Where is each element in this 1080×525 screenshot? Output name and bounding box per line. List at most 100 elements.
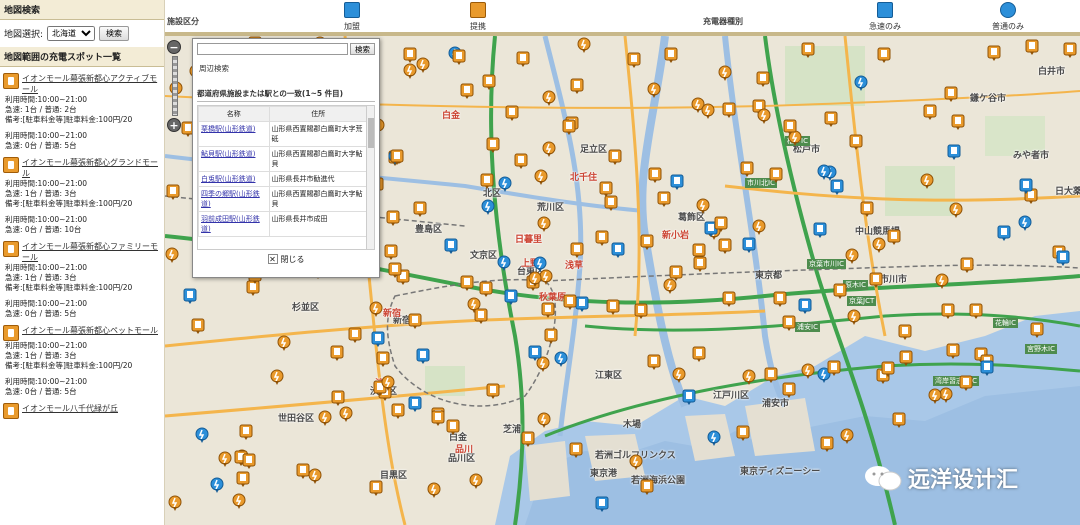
partner-station-marker[interactable] [692,346,706,363]
partner-station-marker[interactable] [647,354,661,371]
partner-station-marker[interactable] [296,463,310,480]
normal-charger-marker[interactable] [165,247,179,264]
partner-station-marker[interactable] [824,111,838,128]
member-station-marker[interactable] [1056,250,1070,267]
partner-station-marker[interactable] [718,238,732,255]
normal-charger-marker[interactable] [935,273,949,290]
partner-station-marker[interactable] [960,257,974,274]
partner-station-marker[interactable] [801,42,815,59]
partner-station-marker[interactable] [849,134,863,151]
partner-station-marker[interactable] [664,47,678,64]
normal-charger-marker[interactable] [534,169,548,186]
member-station-marker[interactable] [742,237,756,254]
spot-name-link[interactable]: イオンモール幕張新都心ペットモール [22,325,158,336]
member-station-marker[interactable] [1019,178,1033,195]
member-station-marker[interactable] [670,174,684,191]
member-station-marker[interactable] [528,345,542,362]
normal-charger-marker[interactable] [872,237,886,254]
member-station-marker[interactable] [980,360,994,377]
normal-charger-marker[interactable] [701,103,715,120]
partner-station-marker[interactable] [388,262,402,279]
normal-charger-marker[interactable] [168,495,182,512]
normal-charger-marker[interactable] [847,309,861,326]
partner-station-marker[interactable] [236,471,250,488]
member-station-marker[interactable] [682,389,696,406]
partner-station-marker[interactable] [634,303,648,320]
quick-charger-marker[interactable] [497,255,511,272]
partner-station-marker[interactable] [657,191,671,208]
result-name-link[interactable]: 白兎駅(山形鉄道) [198,171,270,187]
partner-station-marker[interactable] [899,350,913,367]
normal-charger-marker[interactable] [542,141,556,158]
partner-station-marker[interactable] [505,105,519,122]
normal-charger-marker[interactable] [742,369,756,386]
partner-station-marker[interactable] [480,173,494,190]
partner-station-marker[interactable] [833,283,847,300]
normal-charger-marker[interactable] [232,493,246,510]
member-station-marker[interactable] [504,289,518,306]
normal-charger-marker[interactable] [339,406,353,423]
quick-charger-marker[interactable] [854,75,868,92]
partner-station-marker[interactable] [544,328,558,345]
partner-station-marker[interactable] [570,242,584,259]
normal-charger-marker[interactable] [928,388,942,405]
normal-charger-marker[interactable] [672,367,686,384]
normal-charger-marker[interactable] [757,108,771,125]
member-station-marker[interactable] [575,296,589,313]
normal-charger-marker[interactable] [718,65,732,82]
partner-station-marker[interactable] [452,49,466,66]
partner-station-marker[interactable] [390,149,404,166]
partner-station-marker[interactable] [640,479,654,496]
partner-station-marker[interactable] [562,119,576,136]
filter-normal-only[interactable]: 普通のみ [978,2,1038,32]
region-select[interactable]: 北海道 [47,26,96,41]
partner-station-marker[interactable] [541,302,555,319]
popup-search-input[interactable] [197,43,348,55]
zoom-out-button[interactable]: − [167,40,181,54]
partner-station-marker[interactable] [239,424,253,441]
partner-station-marker[interactable] [722,102,736,119]
member-station-marker[interactable] [997,225,1011,242]
partner-station-marker[interactable] [827,360,841,377]
partner-station-marker[interactable] [782,382,796,399]
spot-name-link[interactable]: イオンモール八千代緑が丘 [22,403,118,414]
normal-charger-marker[interactable] [381,375,395,392]
partner-station-marker[interactable] [331,390,345,407]
partner-station-marker[interactable] [1030,322,1044,339]
quick-charger-marker[interactable] [817,164,831,181]
partner-station-marker[interactable] [482,74,496,91]
partner-station-marker[interactable] [693,256,707,273]
partner-station-marker[interactable] [640,234,654,251]
partner-station-marker[interactable] [648,167,662,184]
partner-station-marker[interactable] [348,327,362,344]
member-station-marker[interactable] [408,396,422,413]
result-name-link[interactable]: 四季の郷駅(山形鉄道) [198,186,270,212]
partner-station-marker[interactable] [951,114,965,131]
nearby-search-link[interactable]: 周辺検索 [193,57,379,80]
result-name-link[interactable]: 鮎貝駅(山形鉄道) [198,146,270,172]
normal-charger-marker[interactable] [752,219,766,236]
partner-station-marker[interactable] [242,453,256,470]
normal-charger-marker[interactable] [801,363,815,380]
partner-station-marker[interactable] [166,184,180,201]
normal-charger-marker[interactable] [845,248,859,265]
normal-charger-marker[interactable] [416,57,430,74]
member-station-marker[interactable] [416,348,430,365]
partner-station-marker[interactable] [486,383,500,400]
partner-station-marker[interactable] [764,367,778,384]
normal-charger-marker[interactable] [663,278,677,295]
partner-station-marker[interactable] [898,324,912,341]
quick-charger-marker[interactable] [210,477,224,494]
partner-station-marker[interactable] [479,281,493,298]
normal-charger-marker[interactable] [647,82,661,99]
partner-station-marker[interactable] [569,442,583,459]
filter-partner[interactable]: 提携 [448,2,508,32]
member-station-marker[interactable] [947,144,961,161]
partner-station-marker[interactable] [627,52,641,69]
result-name-link[interactable]: 栗橋駅(山形鉄道) [198,121,270,147]
partner-station-marker[interactable] [892,412,906,429]
normal-charger-marker[interactable] [308,468,322,485]
normal-charger-marker[interactable] [629,454,643,471]
result-name-link[interactable]: 羽前成田駅(山形鉄道) [198,211,270,237]
normal-charger-marker[interactable] [427,482,441,499]
